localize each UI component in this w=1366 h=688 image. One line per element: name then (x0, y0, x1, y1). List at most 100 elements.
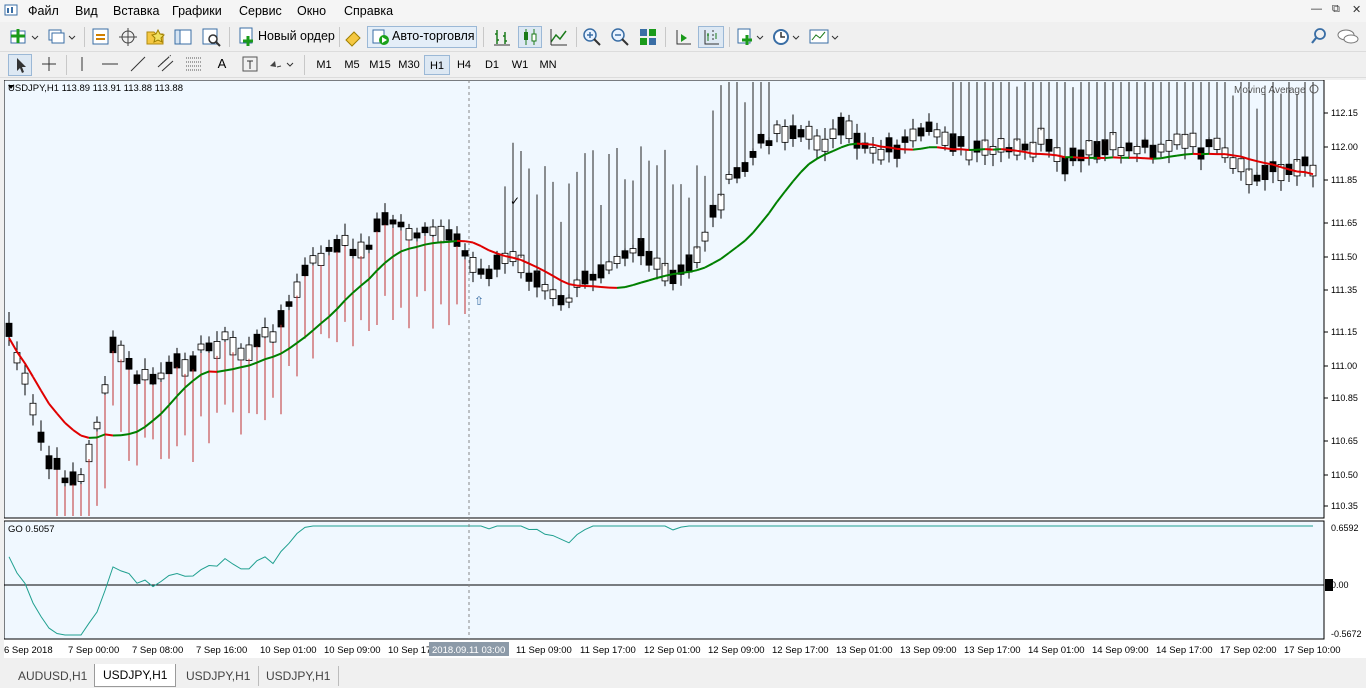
timeframe-m1[interactable]: M1 (311, 55, 337, 75)
separator (729, 27, 730, 47)
candle-body (629, 248, 637, 254)
channel-icon (157, 54, 174, 72)
menu-tools[interactable]: Сервис (239, 4, 282, 18)
bar-chart-button[interactable] (491, 26, 513, 48)
clock-icon (773, 29, 800, 45)
chat-button[interactable] (1336, 26, 1360, 48)
candle-body (1141, 139, 1149, 148)
text-label-button[interactable] (239, 54, 261, 76)
menu-insert[interactable]: Вставка (113, 4, 159, 18)
crosshair-button[interactable] (37, 54, 61, 76)
timeframe-h1[interactable]: H1 (424, 55, 450, 75)
tab-chart-4[interactable]: USDJPY,H1 (258, 666, 340, 686)
new-order-button[interactable]: Новый ордер (234, 26, 338, 48)
candle-body (117, 344, 125, 363)
fibonacci-button[interactable] (183, 54, 205, 76)
timeframe-mn[interactable]: MN (535, 55, 561, 75)
candle-body (941, 131, 949, 146)
candlestick-button[interactable] (518, 26, 542, 48)
price-tick-label: 111.00 (1331, 361, 1357, 371)
restore-icon[interactable]: ⧉ (1332, 3, 1340, 16)
candle-body (1157, 143, 1165, 153)
timeframe-m5[interactable]: M5 (339, 55, 365, 75)
timeframe-w1[interactable]: W1 (507, 55, 533, 75)
close-icon[interactable]: ✕ (1352, 3, 1361, 16)
minimize-icon[interactable]: — (1311, 3, 1322, 15)
candle-body (725, 174, 733, 180)
candle-body (269, 331, 277, 343)
cursor-button[interactable] (8, 54, 32, 76)
osc-tick-label: -0.5672 (1331, 629, 1362, 639)
horizontal-line-button[interactable] (99, 54, 121, 76)
moving-average-segment (592, 285, 602, 288)
candle-body (613, 255, 621, 264)
chart-window[interactable]: 112.15 112.00 111.85 111.65 111.50 111.35 111.… (4, 80, 1366, 658)
candle-body (1261, 164, 1269, 181)
vertical-line-button[interactable] (71, 54, 93, 76)
tile-windows-button[interactable] (637, 26, 659, 48)
candle-body (301, 264, 309, 277)
time-label: 13 Sep 17:00 (964, 645, 1021, 656)
indicators-button[interactable] (735, 26, 767, 48)
candle-body (245, 344, 253, 361)
autoscroll-button[interactable] (672, 26, 694, 48)
separator (665, 27, 666, 47)
moving-average-segment (616, 286, 626, 289)
trendline-button[interactable] (127, 54, 149, 76)
timeframe-m15[interactable]: M15 (366, 55, 394, 75)
candle-body (925, 121, 933, 132)
search-button[interactable] (1309, 26, 1329, 48)
moving-average-segment (976, 148, 986, 151)
price-tick-label: 111.35 (1331, 285, 1357, 295)
candle-body (317, 252, 325, 266)
autoscroll-icon (676, 30, 691, 45)
zoom-out-button[interactable] (609, 26, 631, 48)
zoom-in-button[interactable] (581, 26, 603, 48)
arrows-button[interactable] (265, 54, 297, 76)
moving-average-segment (864, 143, 874, 146)
chart-shift-button[interactable] (698, 26, 724, 48)
buy-arrow-icon: ⇧ (474, 294, 484, 308)
menu-help[interactable]: Справка (344, 4, 393, 18)
equidistant-channel-button[interactable] (155, 54, 177, 76)
templates-button[interactable] (808, 26, 840, 48)
new-chart-button[interactable] (8, 26, 40, 48)
oscillator-pane[interactable] (4, 520, 1325, 640)
data-window-button[interactable] (117, 26, 139, 48)
text-button[interactable]: A (211, 54, 233, 76)
candle-body (189, 355, 197, 372)
navigator-button[interactable] (144, 26, 166, 48)
zoom-in-icon (583, 28, 601, 46)
tab-chart-1[interactable]: AUDUSD,H1 (10, 666, 97, 686)
tab-chart-3[interactable]: USDJPY,H1 (178, 666, 260, 686)
menu-window[interactable]: Окно (297, 4, 326, 18)
tab-chart-2[interactable]: USDJPY,H1 (94, 664, 177, 687)
timeframe-d1[interactable]: D1 (479, 55, 505, 75)
terminal-button[interactable] (172, 26, 194, 48)
chart-canvas[interactable]: 112.15 112.00 111.85 111.65 111.50 111.35 111.… (4, 80, 1366, 658)
candle-body (165, 361, 173, 375)
candle-body (469, 257, 477, 273)
candle-body (773, 124, 781, 134)
time-label: 10 Sep 17 (388, 645, 431, 656)
candle-body (381, 212, 389, 226)
separator (84, 27, 85, 47)
text-label-icon (242, 56, 258, 72)
menu-charts[interactable]: Графики (172, 4, 222, 18)
expert-advisors-button[interactable] (342, 26, 364, 48)
standard-toolbar: Новый ордер Авто-торговля (0, 23, 1366, 52)
menu-view[interactable]: Вид (75, 4, 98, 18)
market-watch-button[interactable] (90, 26, 112, 48)
line-chart-button[interactable] (548, 26, 570, 48)
app-icon[interactable] (4, 3, 18, 17)
price-tick-label: 110.65 (1331, 436, 1358, 446)
auto-trading-button[interactable]: Авто-торговля (367, 26, 477, 48)
periods-button[interactable] (771, 26, 803, 48)
moving-average-segment (1176, 153, 1186, 157)
timeframe-h4[interactable]: H4 (451, 55, 477, 75)
timeframe-m30[interactable]: M30 (395, 55, 423, 75)
menu-file[interactable]: Файл (28, 4, 59, 18)
profiles-button[interactable] (46, 26, 78, 48)
strategy-tester-button[interactable] (200, 26, 222, 48)
candle-body (693, 246, 701, 263)
